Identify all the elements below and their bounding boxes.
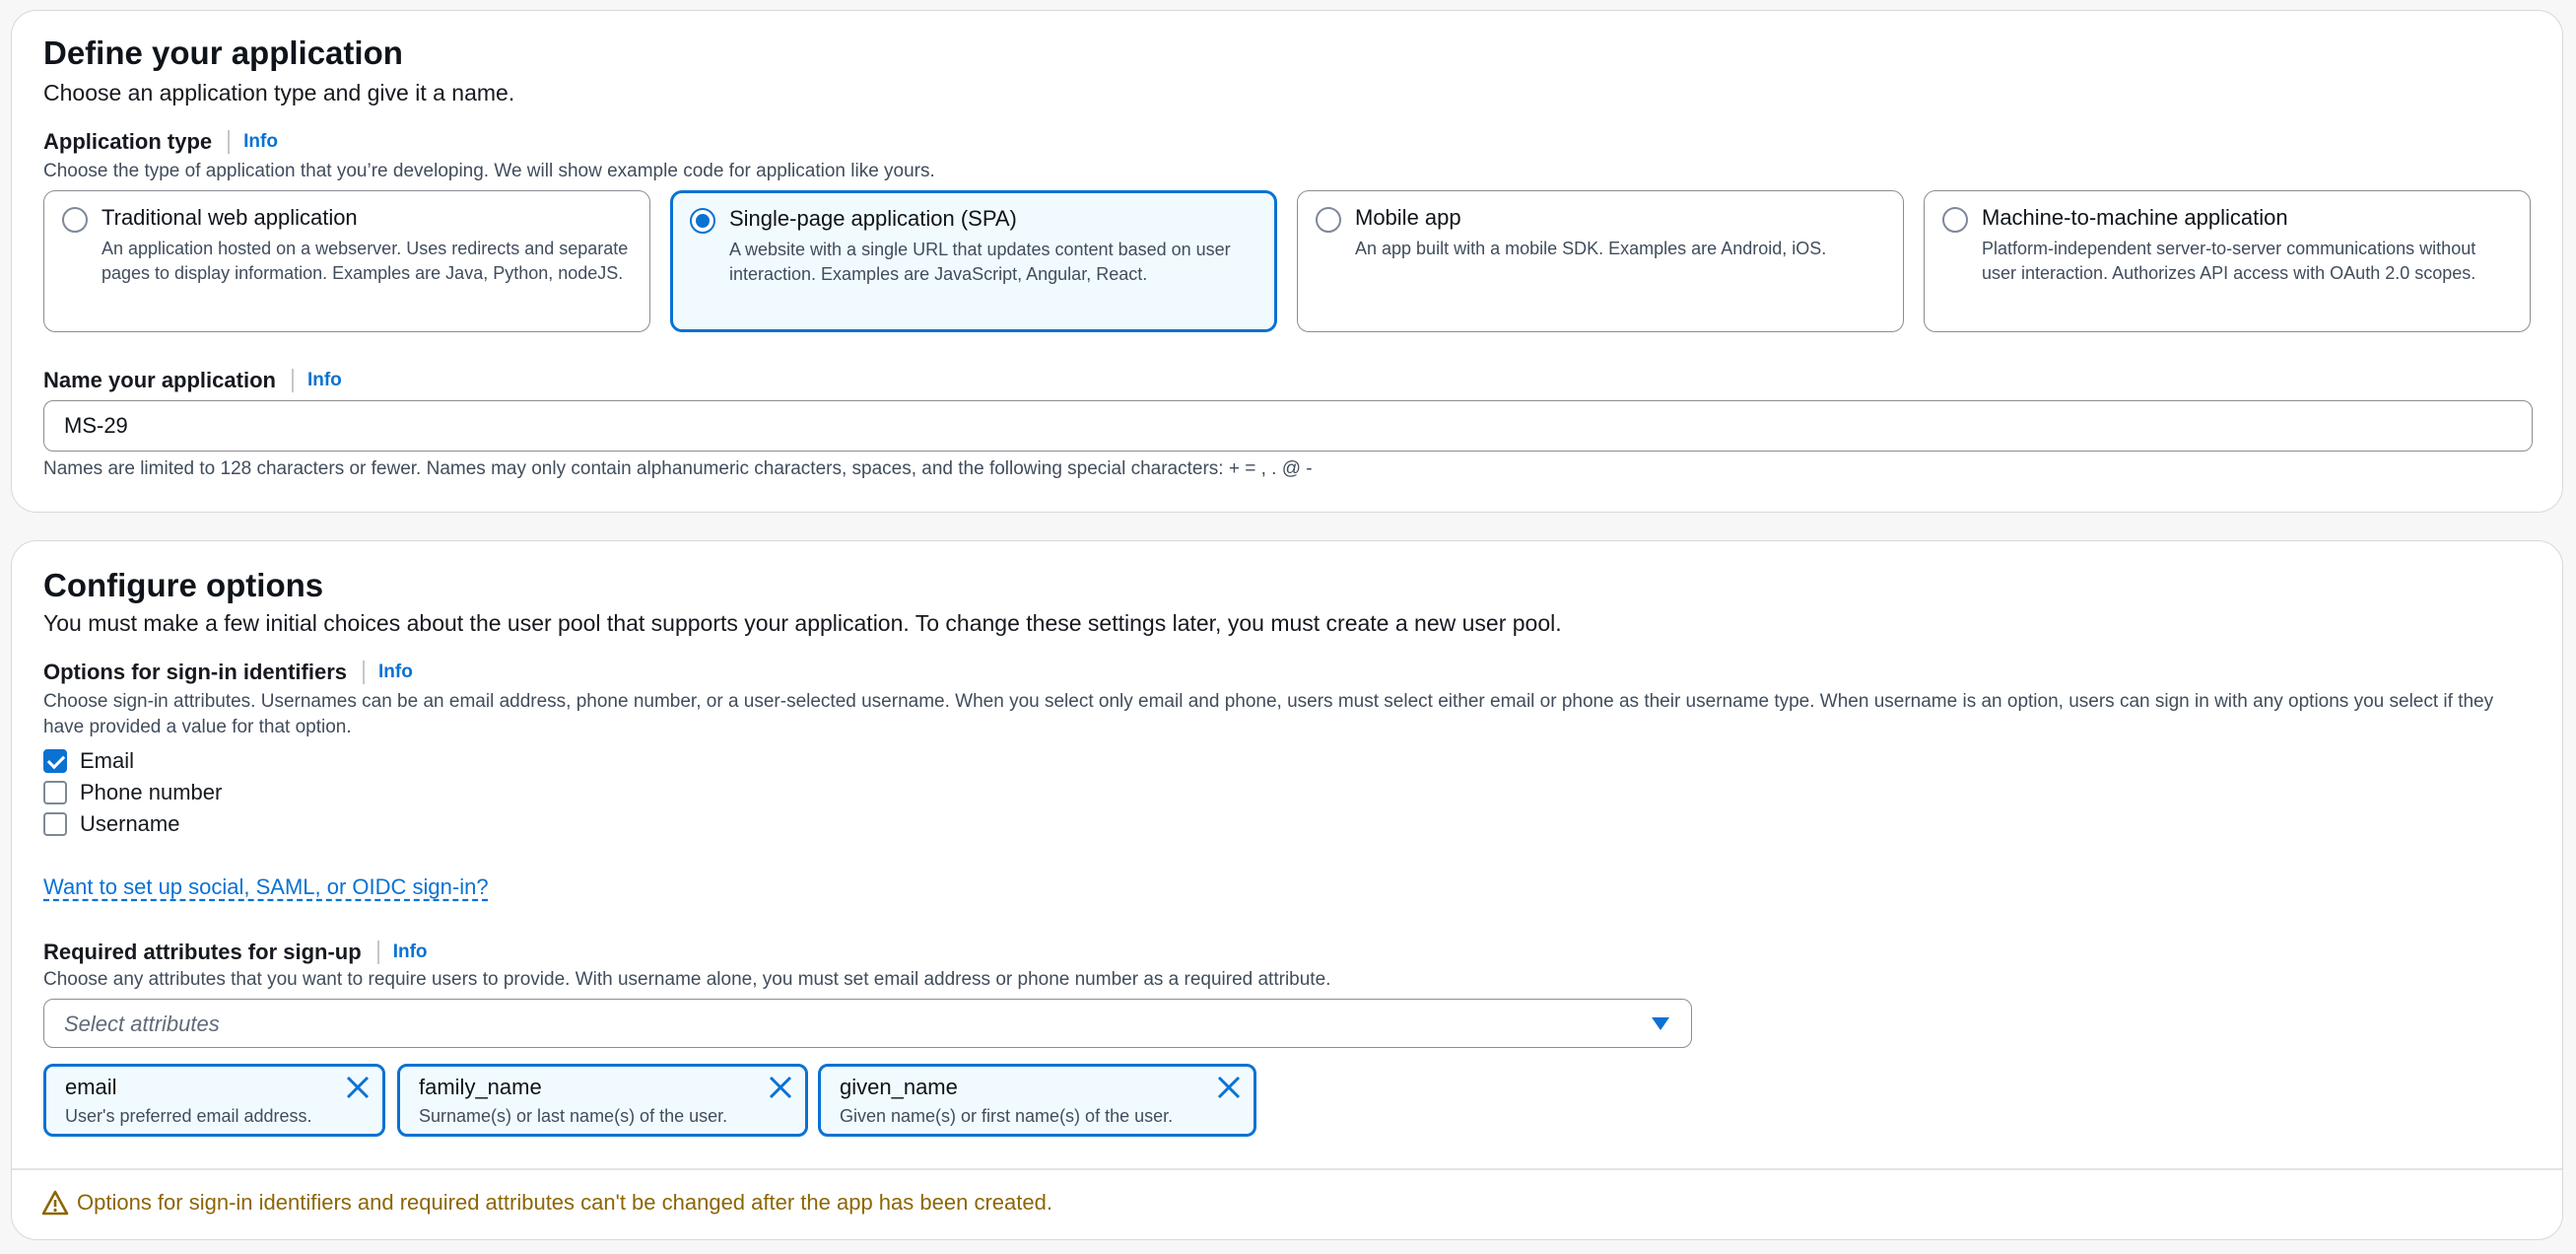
app-name-info-link[interactable]: Info xyxy=(307,370,342,391)
app-name-hint: Names are limited to 128 characters or f… xyxy=(43,458,1313,479)
define-description: Choose an application type and give it a… xyxy=(43,80,515,105)
checkbox-label: Phone number xyxy=(80,780,223,804)
label-separator xyxy=(291,369,294,392)
token-given-name: given_name Given name(s) or first name(s… xyxy=(818,1064,1256,1137)
tile-mobile-app[interactable]: Mobile app An app built with a mobile SD… xyxy=(1297,190,1904,332)
warning-message: Options for sign-in identifiers and requ… xyxy=(41,1190,1052,1216)
select-placeholder: Select attributes xyxy=(64,1011,220,1036)
configure-description: You must make a few initial choices abou… xyxy=(43,610,1562,636)
signin-label-row: Options for sign-in identifiers Info xyxy=(43,660,413,685)
tile-title: Traditional web application xyxy=(102,205,358,230)
radio-mobile-app[interactable] xyxy=(1316,207,1341,233)
checkbox-phone-row[interactable]: Phone number xyxy=(43,780,222,805)
tile-spa[interactable]: Single-page application (SPA) A website … xyxy=(670,190,1277,332)
tile-title: Mobile app xyxy=(1355,205,1461,230)
define-title: Define your application xyxy=(43,35,403,71)
token-email: email User's preferred email address. xyxy=(43,1064,385,1137)
token-name: family_name xyxy=(419,1075,542,1099)
token-name: given_name xyxy=(840,1075,958,1099)
signin-info-link[interactable]: Info xyxy=(378,662,413,683)
checkbox-username[interactable] xyxy=(43,812,67,836)
tile-description: A website with a single URL that updates… xyxy=(729,240,1231,284)
caret-down-icon xyxy=(1652,1017,1669,1030)
token-description: Given name(s) or first name(s) of the us… xyxy=(840,1106,1174,1126)
tile-description: An app built with a mobile SDK. Examples… xyxy=(1355,239,1827,258)
warning-text: Options for sign-in identifiers and requ… xyxy=(77,1190,1052,1215)
checkbox-email[interactable] xyxy=(43,749,67,773)
app-name-label: Name your application xyxy=(43,368,276,392)
token-description: Surname(s) or last name(s) of the user. xyxy=(419,1106,728,1126)
social-saml-oidc-link[interactable]: Want to set up social, SAML, or OIDC sig… xyxy=(43,874,489,900)
close-icon[interactable] xyxy=(345,1075,371,1100)
required-attrs-hint: Choose any attributes that you want to r… xyxy=(43,969,1331,990)
close-icon[interactable] xyxy=(1216,1075,1242,1100)
signin-hint: Choose sign-in attributes. Usernames can… xyxy=(43,691,2494,737)
app-type-info-link[interactable]: Info xyxy=(243,131,278,153)
divider xyxy=(12,1168,2562,1170)
radio-machine-to-machine[interactable] xyxy=(1942,207,1968,233)
label-separator xyxy=(228,130,231,154)
configure-options-panel: Configure options You must make a few in… xyxy=(11,540,2563,1240)
label-separator xyxy=(363,661,365,684)
checkbox-label: Email xyxy=(80,748,135,773)
app-name-label-row: Name your application Info xyxy=(43,368,342,393)
radio-spa[interactable] xyxy=(690,208,715,234)
label-separator xyxy=(376,940,379,964)
define-application-panel: Define your application Choose an applic… xyxy=(11,10,2563,513)
required-attrs-label: Required attributes for sign-up xyxy=(43,940,362,964)
radio-traditional-web[interactable] xyxy=(62,207,88,233)
app-type-hint: Choose the type of application that you’… xyxy=(43,161,935,181)
checkbox-username-row[interactable]: Username xyxy=(43,811,179,837)
tile-description: Platform-independent server-to-server co… xyxy=(1982,239,2476,283)
tile-machine-to-machine[interactable]: Machine-to-machine application Platform-… xyxy=(1924,190,2531,332)
checkbox-phone-number[interactable] xyxy=(43,781,67,804)
tile-description: An application hosted on a webserver. Us… xyxy=(102,239,629,283)
checkbox-label: Username xyxy=(80,811,180,836)
required-attrs-label-row: Required attributes for sign-up Info xyxy=(43,940,428,965)
tile-title: Machine-to-machine application xyxy=(1982,205,2288,230)
configure-title: Configure options xyxy=(43,567,324,603)
required-attrs-info-link[interactable]: Info xyxy=(393,941,428,963)
signin-label: Options for sign-in identifiers xyxy=(43,660,347,684)
close-icon[interactable] xyxy=(768,1075,793,1100)
token-description: User's preferred email address. xyxy=(65,1106,312,1126)
app-type-label: Application type xyxy=(43,129,213,154)
token-name: email xyxy=(65,1075,117,1099)
tile-title: Single-page application (SPA) xyxy=(729,206,1017,231)
app-type-label-row: Application type Info xyxy=(43,129,278,155)
checkbox-email-row[interactable]: Email xyxy=(43,748,134,774)
token-family-name: family_name Surname(s) or last name(s) o… xyxy=(397,1064,808,1137)
select-attributes-dropdown[interactable]: Select attributes xyxy=(43,999,1692,1048)
tile-traditional-web[interactable]: Traditional web application An applicati… xyxy=(43,190,650,332)
app-name-input[interactable] xyxy=(43,400,2533,452)
warning-icon xyxy=(41,1190,69,1216)
